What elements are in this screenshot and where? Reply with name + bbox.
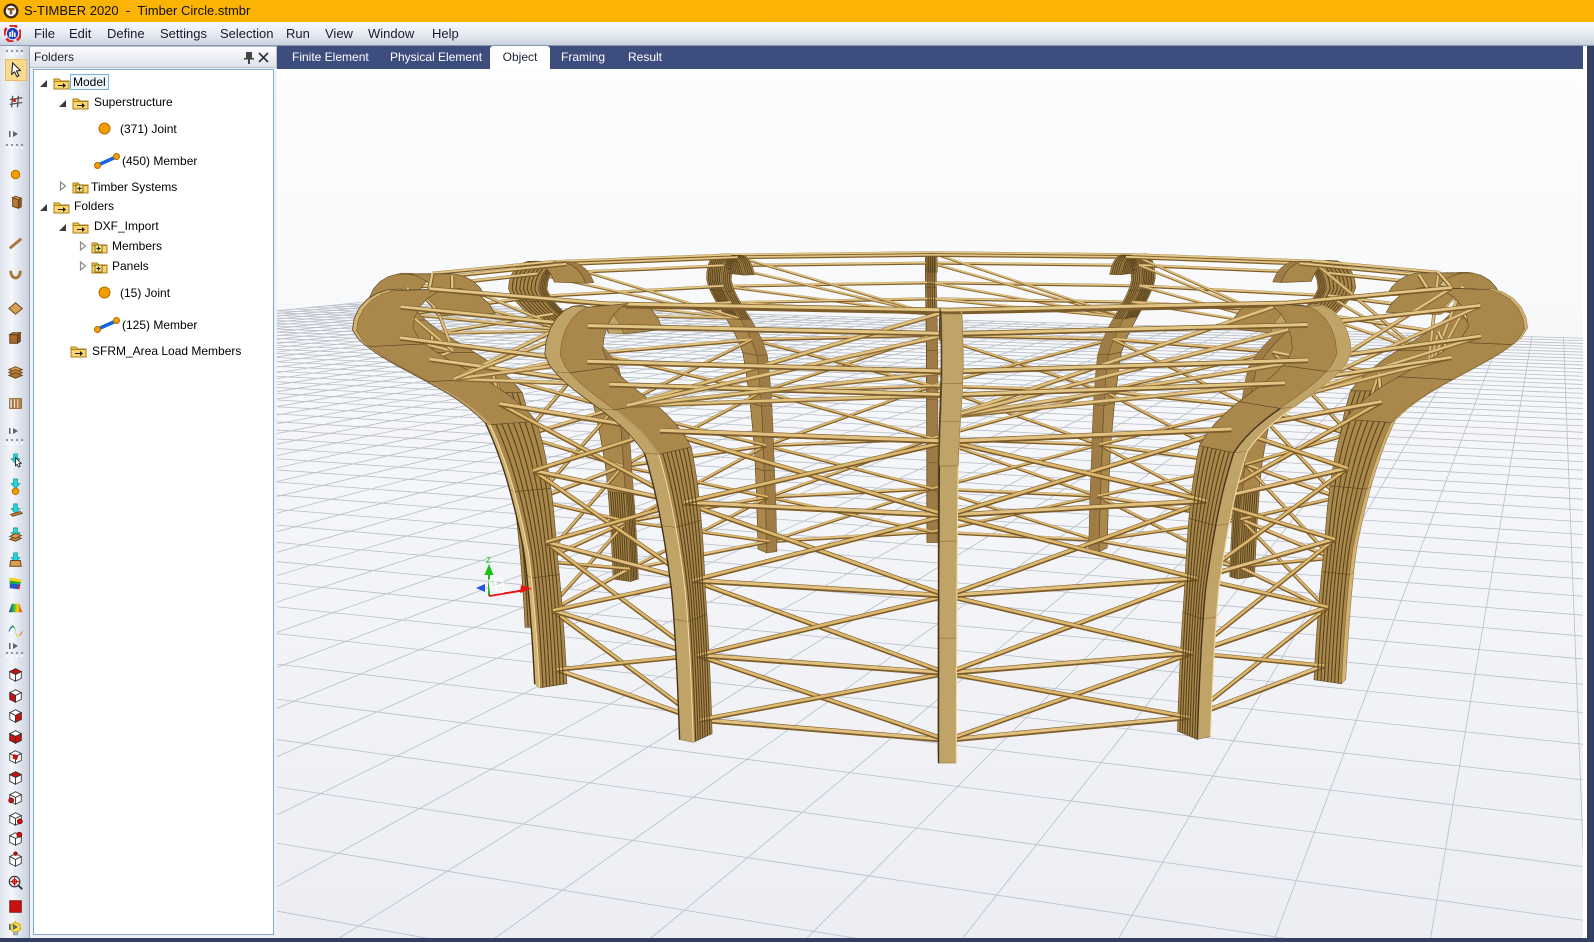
svg-text:Z: Z: [486, 556, 491, 565]
